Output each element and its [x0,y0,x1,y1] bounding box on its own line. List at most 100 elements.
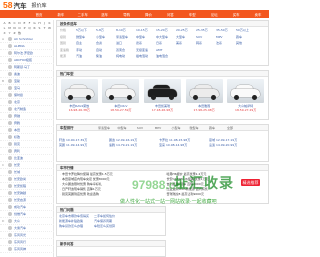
rank-item[interactable]: 英朗 11.99-14.99万 [59,143,109,148]
nav-item[interactable]: 问答 [159,12,181,17]
brand-item[interactable]: 宝马 [0,85,54,92]
filter-option[interactable]: 插电混动 [136,54,156,58]
brand-item[interactable]: 保时捷 [0,92,54,99]
filter-option[interactable]: 法系 [216,41,236,45]
filter-option[interactable]: SUV [196,35,216,39]
nav-item[interactable]: 论坛 [203,12,225,17]
rank-item[interactable]: 速腾 14.79-21.19万 [109,143,159,148]
car-card[interactable]: 本田CR-V 18.59-27.59万 [102,79,141,112]
car-card[interactable]: 丰田凯美瑞 17.18-26.98万 [143,79,182,112]
topic-item[interactable]: 购车贷款怎么办理 [59,224,94,229]
filter-option[interactable]: 美系 [176,41,196,45]
brand-item[interactable]: 奔驰 [0,113,54,120]
topic-item[interactable]: 车险怎么买划算 [94,224,129,229]
car-image[interactable] [227,79,265,103]
filter-option[interactable]: 自主 [76,41,96,45]
brand-item[interactable]: 阿斯顿·马丁 [0,64,54,71]
brand-item[interactable]: 长安欧尚 [0,176,54,183]
nav-item[interactable]: 车型 [181,12,203,17]
filter-option[interactable]: 双离合 [116,48,136,52]
brand-item[interactable]: 本田 [0,127,54,134]
brand-item[interactable]: 北京 [0,99,54,106]
filter-option[interactable]: 10-15万 [136,28,156,32]
brand-item[interactable]: 长安跨越 [0,190,54,197]
brand-item[interactable]: B 宝骏 [0,78,54,85]
car-image[interactable] [143,79,181,103]
filter-option[interactable]: 50万以上 [236,28,256,32]
rank-tab[interactable]: 微型车 [185,126,203,130]
brand-item[interactable]: 成功汽车 [0,204,54,211]
brand-item[interactable]: 创维汽车 [0,211,54,218]
filter-option[interactable]: 紧凑型车 [116,35,136,39]
brand-item[interactable]: 奔腾 [0,120,54,127]
brand-item[interactable]: A AC Schnitzer [0,36,54,43]
filter-option[interactable]: 跑车 [236,35,256,39]
nav-item[interactable]: 选车 [94,12,116,17]
brand-item[interactable]: 比亚迪 [0,155,54,162]
rank-tab[interactable]: 小型车 [167,126,185,130]
filter-option[interactable]: 油电混合 [156,54,176,58]
rank-item[interactable]: 宝来 10.98-14.98万 [159,143,209,148]
filter-option[interactable]: 无级变速 [136,48,156,52]
letter-link[interactable]: W [47,26,52,31]
brand-item[interactable]: 东风风光 [0,232,54,239]
filter-option[interactable]: 8-10万 [116,28,136,32]
filter-option[interactable]: MPV [216,35,236,39]
nav-item[interactable]: 卖车 [247,12,269,17]
rank-tab[interactable]: 中型车 [113,126,131,130]
brand-item[interactable]: 东风风神 [0,246,54,253]
nav-item[interactable]: 导购 [116,12,138,17]
rank-tab[interactable]: SUV [131,126,149,130]
filter-option[interactable]: 中型车 [136,35,156,39]
car-image[interactable] [185,79,223,103]
filter-option[interactable]: 中大型车 [156,35,176,39]
filter-option[interactable]: 合资 [96,41,116,45]
brand-item[interactable]: 长安凯程 [0,183,54,190]
filter-option[interactable]: 20-25万 [176,28,196,32]
nav-item[interactable]: 降价 [138,12,160,17]
nav-item[interactable]: 新车 [50,12,72,17]
brand-item[interactable]: 宾利 [0,148,54,155]
rank-item[interactable]: 凌渡 14.99-20.99万 [209,143,259,148]
car-card[interactable]: 大众帕萨特 18.59-27.29万 [226,79,265,112]
brand-item[interactable]: 标致 [0,134,54,141]
filter-option[interactable]: AMT [156,48,176,52]
car-image[interactable] [60,79,98,103]
filter-option[interactable]: 小型车 [96,35,116,39]
filter-option[interactable]: 25-35万 [196,28,216,32]
filter-option[interactable]: 德系 [136,41,156,45]
brand-item[interactable]: 北汽制造 [0,106,54,113]
filter-option[interactable]: 5-8万 [96,28,116,32]
brand-item[interactable]: 大乘汽车 [0,225,54,232]
filter-option[interactable]: 35-50万 [216,28,236,32]
brand-item[interactable]: 别克 [0,141,54,148]
filter-option[interactable]: 日系 [156,41,176,45]
filter-option[interactable]: 大型车 [176,35,196,39]
filter-option[interactable]: 其他 [236,41,256,45]
filter-option[interactable]: 5万以下 [76,28,96,32]
brand-item[interactable]: D 大众 [0,218,54,225]
filter-option[interactable]: 进口 [116,41,136,45]
nav-item[interactable]: 二手车 [72,12,94,17]
filter-option[interactable]: 自动 [96,48,116,52]
site-logo[interactable]: 58 汽车 报价库 [3,0,46,10]
car-card[interactable]: 本田雅阁 17.98-25.98万 [185,79,224,112]
brand-item[interactable]: 东风风行 [0,239,54,246]
brand-item[interactable]: C 长安 [0,162,54,169]
nav-item[interactable]: 买车 [225,12,247,17]
rank-tab[interactable]: 全部 [221,126,239,130]
nav-item[interactable]: 首页 [28,12,50,17]
filter-option[interactable]: 纯电动 [116,54,136,58]
filter-option[interactable]: 15-20万 [156,28,176,32]
brand-item[interactable]: 阿尔法·罗密欧 [0,50,54,57]
brand-item[interactable]: 长安启源 [0,197,54,204]
filter-option[interactable]: 手动 [76,48,96,52]
filter-option[interactable]: 微型车 [76,35,96,39]
car-image[interactable] [102,79,140,103]
filter-option[interactable]: 韩系 [196,41,216,45]
brand-item[interactable]: 长城 [0,169,54,176]
brand-item[interactable]: ALPINA [0,43,54,50]
brand-item[interactable]: ARCFOX极狐 [0,57,54,64]
car-card[interactable]: 丰田RAV4荣放 16.98-26.38万 [60,79,99,112]
rank-tab[interactable]: 紧凑型车 [95,126,113,130]
